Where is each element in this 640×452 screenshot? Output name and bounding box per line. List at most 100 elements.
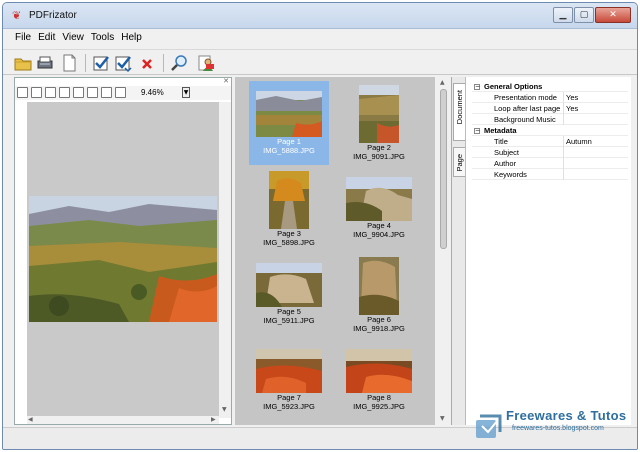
tab-page-label: Page xyxy=(455,154,464,172)
menu-view[interactable]: View xyxy=(62,31,84,47)
thumbnail-photo xyxy=(256,349,322,393)
property-value[interactable]: Yes xyxy=(566,103,578,114)
thumbnail-file-label: IMG_5898.JPG xyxy=(263,238,315,247)
property-row[interactable]: Background Music xyxy=(472,114,628,125)
thumbnail-vertical-scrollbar[interactable]: ▲ ▼ xyxy=(437,77,449,425)
properties-panel: Document Page − General Options Presenta… xyxy=(451,77,631,425)
category-metadata[interactable]: − Metadata xyxy=(472,125,628,136)
thumbnail-page-4[interactable]: Page 4 IMG_9904.JPG xyxy=(339,167,419,251)
toolbar-separator xyxy=(85,54,86,72)
delete-icon[interactable] xyxy=(137,53,157,73)
thumbnail-photo xyxy=(359,85,399,143)
scroll-down-icon[interactable]: ▼ xyxy=(222,406,227,413)
property-row[interactable]: Title Autumn xyxy=(472,136,628,147)
minimize-icon[interactable]: ▁ xyxy=(553,7,573,23)
scroll-left-icon[interactable]: ◀ xyxy=(28,416,33,423)
check-list-icon[interactable] xyxy=(113,53,133,73)
thumbnail-page-label: Page 8 xyxy=(367,393,391,402)
preview-photo xyxy=(29,196,217,322)
thumbnail-photo xyxy=(256,91,322,137)
property-row[interactable]: Presentation mode Yes xyxy=(472,92,628,103)
scan-import-icon[interactable] xyxy=(35,53,55,73)
thumbnail-page-8[interactable]: Page 8 IMG_9925.JPG xyxy=(339,339,419,423)
scrollbar-thumb[interactable] xyxy=(440,89,447,249)
tab-document[interactable]: Document xyxy=(453,83,465,141)
scroll-right-icon[interactable]: ▶ xyxy=(211,416,216,423)
thumbnail-page-7[interactable]: Page 7 IMG_5923.JPG xyxy=(249,339,329,423)
book-icon[interactable] xyxy=(101,87,112,98)
thumbnail-page-6[interactable]: Page 6 IMG_9918.JPG xyxy=(339,253,419,337)
two-page-icon[interactable] xyxy=(87,87,98,98)
category-general-options[interactable]: − General Options xyxy=(472,81,628,92)
zoom-level[interactable]: 9.46% xyxy=(141,87,181,99)
new-page-icon[interactable] xyxy=(59,53,79,73)
preview-horizontal-scrollbar[interactable]: ◀ ▶ xyxy=(27,416,219,424)
menu-bar: File Edit View Tools Help xyxy=(3,31,149,47)
thumbnail-file-label: IMG_5888.JPG xyxy=(263,146,315,155)
property-key: Background Music xyxy=(472,114,564,125)
collapse-icon[interactable]: − xyxy=(474,84,480,90)
property-row[interactable]: Keywords xyxy=(472,169,628,180)
thumbnail-page-label: Page 3 xyxy=(277,229,301,238)
tab-document-label: Document xyxy=(455,90,464,125)
thumbnail-page-2[interactable]: Page 2 IMG_9091.JPG xyxy=(339,81,419,165)
check-icon[interactable] xyxy=(91,53,111,73)
menu-file[interactable]: File xyxy=(15,31,31,47)
search-zoom-icon[interactable] xyxy=(169,53,189,73)
user-pdf-icon[interactable] xyxy=(195,53,215,73)
maximize-icon[interactable]: ▢ xyxy=(574,7,594,23)
scroll-up-icon[interactable]: ▲ xyxy=(440,79,445,86)
property-value[interactable]: Yes xyxy=(566,92,578,103)
close-panel-icon[interactable]: ✕ xyxy=(221,77,231,86)
thumbnail-photo xyxy=(346,349,412,393)
collapse-icon[interactable]: − xyxy=(474,128,480,134)
thumbnail-panel[interactable]: Page 1 IMG_5888.JPG Page 2 IMG_9091.JPG … xyxy=(235,77,435,425)
pdfrizator-app-icon[interactable]: ❦ xyxy=(12,10,24,22)
menu-help[interactable]: Help xyxy=(121,31,142,47)
thumbnail-page-3[interactable]: Page 3 IMG_5898.JPG xyxy=(249,167,329,251)
thumbnail-page-label: Page 4 xyxy=(367,221,391,230)
watermark-logo xyxy=(476,414,502,438)
property-row[interactable]: Loop after last page Yes xyxy=(472,103,628,114)
window-controls: ▁ ▢ ✕ xyxy=(552,7,631,23)
title-bar[interactable]: ❦ PDFrizator ▁ ▢ ✕ xyxy=(3,3,637,29)
thumbnail-file-label: IMG_9904.JPG xyxy=(353,230,405,239)
menu-edit[interactable]: Edit xyxy=(38,31,55,47)
window-title: PDFrizator xyxy=(29,10,77,21)
close-icon[interactable]: ✕ xyxy=(595,7,631,23)
thumbnail-page-1[interactable]: Page 1 IMG_5888.JPG xyxy=(249,81,329,165)
tab-page[interactable]: Page xyxy=(453,147,465,177)
page-flip-icon[interactable] xyxy=(115,87,126,98)
property-row[interactable]: Subject xyxy=(472,147,628,158)
preview-panel: 9.46% ▼ ▼ ◀ ▶ xyxy=(14,77,232,425)
property-key: Subject xyxy=(472,147,564,158)
thumbnail-page-label: Page 5 xyxy=(277,307,301,316)
watermark-brand: Freewares & Tutos xyxy=(506,408,627,423)
category-label: General Options xyxy=(484,82,543,91)
property-row[interactable]: Author xyxy=(472,158,628,169)
thumbnail-photo xyxy=(256,263,322,307)
rotate-icon[interactable] xyxy=(31,87,42,98)
chevron-down-icon[interactable]: ▼ xyxy=(182,87,190,98)
thumbnail-page-label: Page 2 xyxy=(367,143,391,152)
hand-icon[interactable] xyxy=(17,87,28,98)
scroll-down-icon[interactable]: ▼ xyxy=(440,415,445,422)
thumbnail-page-label: Page 7 xyxy=(277,393,301,402)
fit-width-icon[interactable] xyxy=(59,87,70,98)
thumbnail-file-label: IMG_5923.JPG xyxy=(263,402,315,411)
page-view-icon[interactable] xyxy=(73,87,84,98)
thumbnail-page-5[interactable]: Page 5 IMG_5911.JPG xyxy=(249,253,329,337)
property-value[interactable]: Autumn xyxy=(566,136,592,147)
thumbnail-file-label: IMG_9918.JPG xyxy=(353,324,405,333)
property-key: Author xyxy=(472,158,564,169)
property-key: Title xyxy=(472,136,564,147)
preview-toolbar: 9.46% ▼ xyxy=(15,86,231,100)
menu-tools[interactable]: Tools xyxy=(91,31,114,47)
fit-page-icon[interactable] xyxy=(45,87,56,98)
thumbnail-file-label: IMG_5911.JPG xyxy=(263,316,315,325)
preview-vertical-scrollbar[interactable]: ▼ xyxy=(219,102,231,418)
thumbnail-photo xyxy=(346,177,412,221)
properties-tabs: Document Page xyxy=(452,77,466,425)
open-folder-icon[interactable] xyxy=(13,53,33,73)
property-key: Keywords xyxy=(472,169,564,180)
